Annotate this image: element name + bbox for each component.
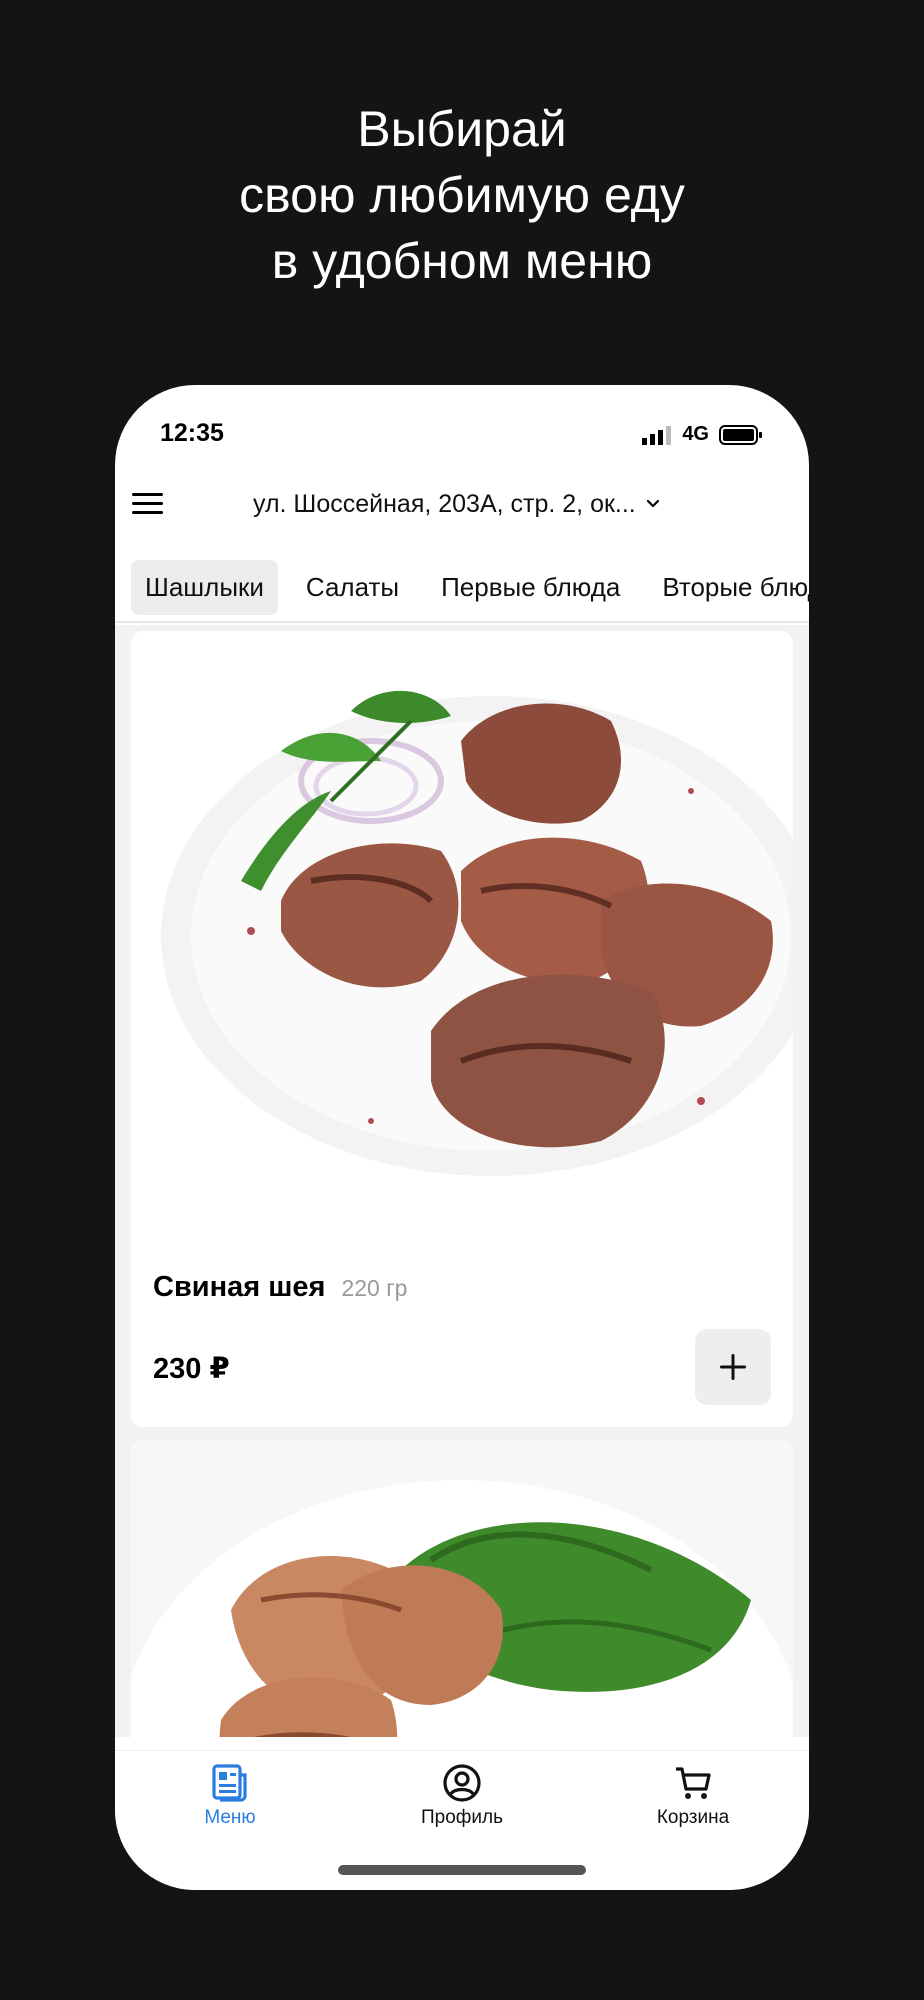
cart-icon — [676, 1767, 711, 1799]
profile-icon — [443, 1764, 481, 1802]
tabbar-label-menu: Меню — [204, 1807, 256, 1828]
network-type: 4G — [682, 423, 709, 445]
product-price: 230 ₽ — [153, 1353, 230, 1385]
tab-pervye-blyuda[interactable]: Первые блюда — [427, 560, 634, 615]
signal-icon — [642, 425, 672, 445]
product-list[interactable]: Свиная шея 220 гр 230 ₽ — [115, 625, 809, 1737]
tabbar-label-profile: Профиль — [420, 1807, 504, 1828]
hamburger-menu-icon[interactable] — [131, 487, 165, 521]
headline-line-3: в удобном меню — [271, 233, 653, 289]
tab-shashlyki[interactable]: Шашлыки — [131, 559, 278, 615]
status-time: 12:35 — [160, 419, 224, 447]
category-tabs: Шашлыки Салаты Первые блюда Вторые блюда — [115, 553, 809, 623]
address-selector[interactable]: ул. Шоссейная, 203А, стр. 2, ок... — [253, 465, 673, 543]
headline-line-2: свою любимую еду — [239, 167, 685, 223]
tabbar-label-cart: Корзина — [656, 1807, 730, 1828]
headline-line-1: Выбирай — [357, 101, 567, 157]
menu-doc-icon — [212, 1764, 247, 1802]
tab-salaty[interactable]: Салаты — [292, 560, 413, 615]
product-name: Свиная шея — [153, 1271, 326, 1303]
product-weight: 220 гр — [341, 1275, 408, 1301]
product-title-row: Свиная шея 220 гр — [153, 1271, 407, 1304]
product-card[interactable]: Свиная шея 220 гр 230 ₽ — [131, 631, 793, 1427]
chevron-down-icon — [646, 499, 659, 508]
tab-vtorye-blyuda[interactable]: Вторые блюда — [648, 560, 809, 615]
phone-screen: 12:35 4G ул. Шоссейная, 203А, стр. 2, ок… — [115, 385, 809, 1890]
status-bar: 12:35 4G — [115, 385, 809, 465]
tabbar-item-cart[interactable]: Корзина — [613, 1763, 773, 1829]
status-indicators: 4G — [642, 423, 763, 446]
promo-headline: Выбирай свою любимую еду в удобном меню — [0, 96, 924, 294]
address-header: ул. Шоссейная, 203А, стр. 2, ок... — [115, 465, 809, 543]
add-to-cart-button[interactable] — [695, 1329, 771, 1405]
tabbar-item-profile[interactable]: Профиль — [382, 1763, 542, 1829]
address-text: ул. Шоссейная, 203А, стр. 2, ок... — [253, 489, 636, 518]
home-indicator — [338, 1865, 586, 1875]
product-image — [131, 1440, 793, 1737]
battery-icon — [719, 424, 762, 445]
plus-icon — [720, 1354, 746, 1380]
tabbar-item-menu[interactable]: Меню — [150, 1763, 310, 1829]
product-image — [131, 631, 793, 1211]
product-card[interactable] — [131, 1440, 793, 1737]
